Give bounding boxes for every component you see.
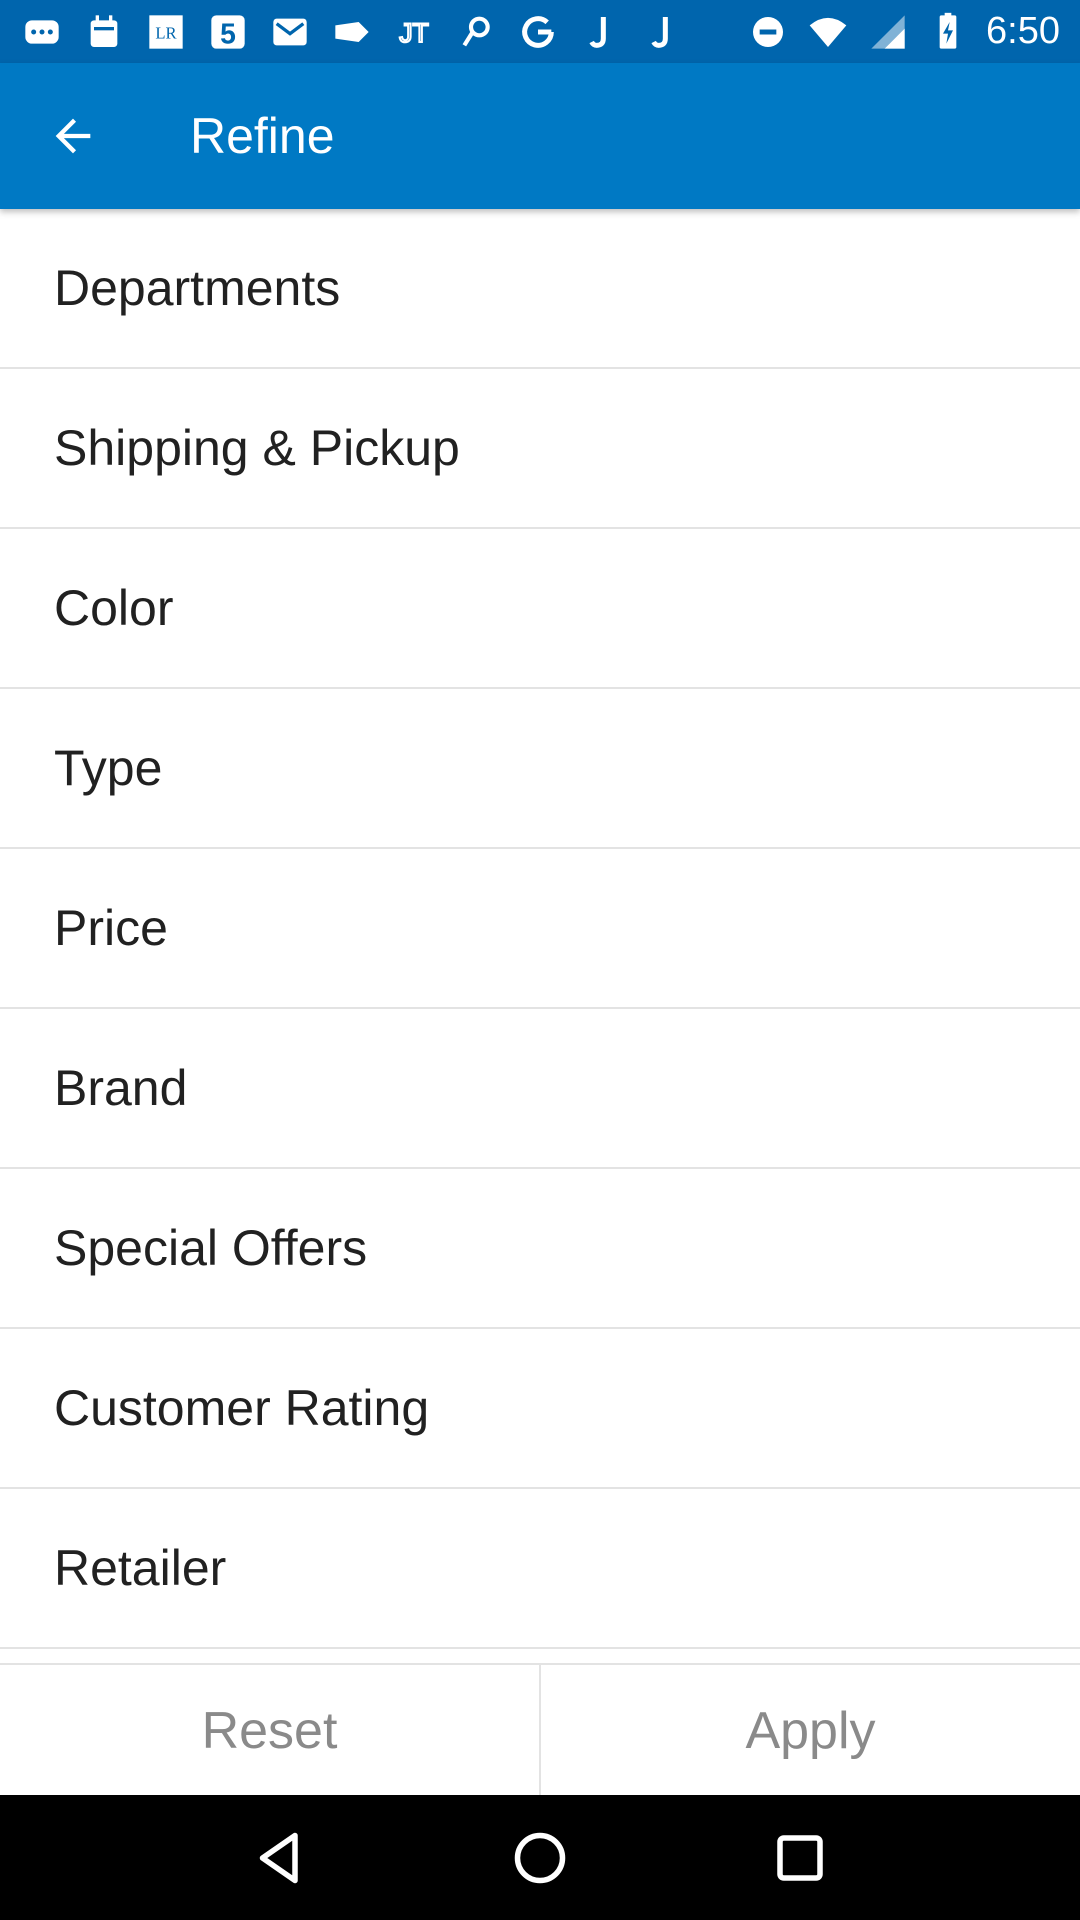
nav-recents-button[interactable] bbox=[755, 1813, 845, 1903]
status-bar: LR 5 JT 6:50 bbox=[0, 0, 1080, 63]
reset-button[interactable]: Reset bbox=[0, 1665, 541, 1797]
filter-list: Departments Shipping & Pickup Color Type… bbox=[0, 209, 1080, 1649]
filter-item-shipping-pickup[interactable]: Shipping & Pickup bbox=[0, 369, 1080, 529]
jt-app-icon: JT bbox=[392, 10, 436, 54]
tag-icon bbox=[330, 10, 374, 54]
app-bar: Refine bbox=[0, 63, 1080, 209]
notification-icons: LR 5 JT bbox=[20, 10, 684, 54]
svg-text:JT: JT bbox=[399, 18, 429, 48]
home-circle-icon bbox=[514, 1832, 566, 1883]
j-app-icon-2 bbox=[640, 10, 684, 54]
five-app-icon: 5 bbox=[206, 10, 250, 54]
filter-item-brand[interactable]: Brand bbox=[0, 1009, 1080, 1169]
gmail-icon bbox=[268, 10, 312, 54]
do-not-disturb-icon bbox=[746, 10, 790, 54]
arrow-back-icon bbox=[55, 118, 91, 154]
page-title: Refine bbox=[190, 108, 335, 164]
filter-item-customer-rating[interactable]: Customer Rating bbox=[0, 1329, 1080, 1489]
filter-item-price[interactable]: Price bbox=[0, 849, 1080, 1009]
filter-item-retailer[interactable]: Retailer bbox=[0, 1489, 1080, 1649]
system-icons: 6:50 bbox=[746, 10, 1060, 54]
link-app-icon bbox=[454, 10, 498, 54]
lr-app-icon: LR bbox=[144, 10, 188, 54]
filter-item-type[interactable]: Type bbox=[0, 689, 1080, 849]
filter-item-special-offers[interactable]: Special Offers bbox=[0, 1169, 1080, 1329]
nav-home-button[interactable] bbox=[495, 1813, 585, 1903]
battery-charging-icon bbox=[926, 10, 970, 54]
wifi-icon bbox=[806, 10, 850, 54]
calendar-icon bbox=[82, 10, 126, 54]
google-icon bbox=[516, 10, 560, 54]
back-triangle-icon bbox=[259, 1832, 298, 1883]
messages-icon bbox=[20, 10, 64, 54]
svg-text:LR: LR bbox=[155, 23, 177, 42]
status-time: 6:50 bbox=[986, 10, 1060, 52]
j-app-icon bbox=[578, 10, 622, 54]
filter-item-color[interactable]: Color bbox=[0, 529, 1080, 689]
navigation-bar bbox=[0, 1795, 1080, 1920]
recents-square-icon bbox=[777, 1834, 823, 1881]
signal-icon bbox=[866, 10, 910, 54]
bottom-actions: Reset Apply bbox=[0, 1663, 1080, 1797]
back-button[interactable] bbox=[0, 63, 146, 209]
filter-item-departments[interactable]: Departments bbox=[0, 209, 1080, 369]
nav-back-button[interactable] bbox=[235, 1813, 325, 1903]
svg-text:5: 5 bbox=[220, 18, 236, 50]
apply-button[interactable]: Apply bbox=[541, 1665, 1080, 1797]
